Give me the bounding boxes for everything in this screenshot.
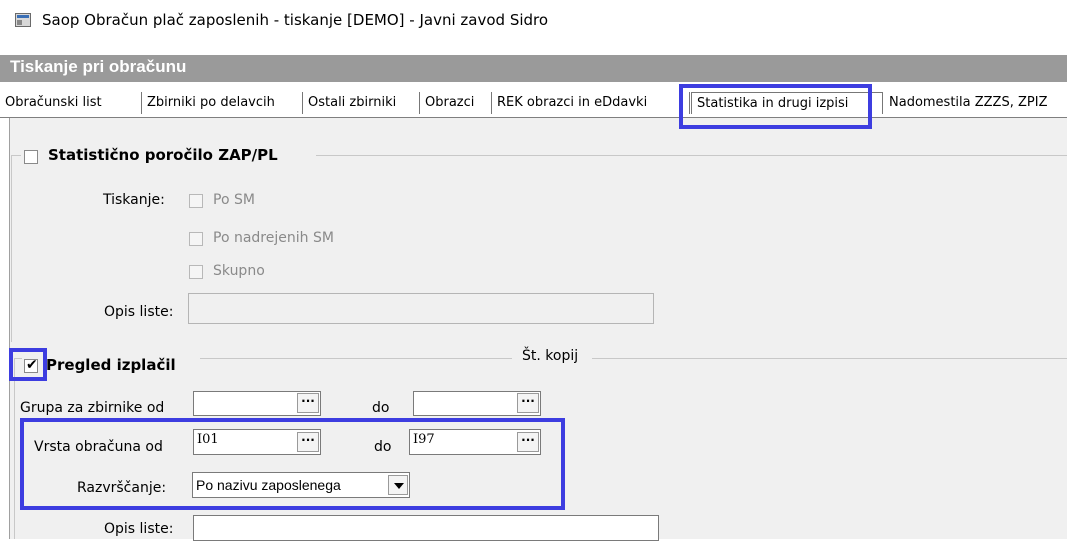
po-sm-checkbox[interactable] [189, 194, 203, 208]
highlight-tab-box [679, 84, 872, 129]
page-title: Tiskanje pri obračunu [10, 57, 187, 76]
group-border [592, 358, 1067, 359]
grupa-za-zbirnike-label: Grupa za zbirnike od [20, 400, 165, 416]
skupno-label: Skupno [213, 263, 265, 279]
st-kopij-label: Št. kopij [522, 348, 579, 364]
window-title: Saop Obračun plač zaposlenih - tiskanje … [42, 11, 549, 29]
pregled-opis-liste-input[interactable] [193, 515, 659, 541]
tab-ostali-zbirniki[interactable]: Ostali zbirniki [303, 92, 420, 114]
tiskanje-label: Tiskanje: [103, 192, 165, 208]
skupno-checkbox[interactable] [189, 265, 203, 279]
stat-report-title: Statistično poročilo ZAP/PL [48, 146, 278, 164]
grupa-do-label: do [372, 400, 390, 416]
highlight-fields-box [20, 418, 565, 510]
tab-zbirniki-po-delavcih[interactable]: Zbirniki po delavcih [142, 92, 303, 114]
opis-liste-label: Opis liste: [104, 304, 174, 320]
tab-obrazci[interactable]: Obrazci [420, 92, 492, 114]
app-window-icon [15, 13, 31, 27]
tab-nadomestila[interactable]: Nadomestila ZZZS, ZPIZ [884, 92, 1067, 114]
group-border [11, 155, 21, 156]
po-sm-label: Po SM [213, 192, 255, 208]
grupa-od-lookup-button[interactable]: ··· [297, 393, 319, 413]
highlight-checkbox-box [9, 348, 47, 381]
stat-opis-liste-input[interactable] [188, 293, 654, 324]
group-border [11, 155, 12, 342]
grupa-do-lookup-button[interactable]: ··· [517, 393, 539, 413]
po-nadrejenih-sm-checkbox[interactable] [189, 232, 203, 246]
po-nadrejenih-sm-label: Po nadrejenih SM [213, 230, 334, 246]
group-border [200, 358, 512, 359]
group-border [316, 155, 1067, 156]
tab-strip: Obračunski list Zbirniki po delavcih Ost… [0, 92, 1067, 120]
group-border [14, 358, 15, 539]
pregled-opis-liste-label: Opis liste: [104, 521, 174, 537]
stat-report-checkbox[interactable] [24, 150, 38, 164]
tab-obracunski-list[interactable]: Obračunski list [0, 92, 142, 114]
tab-rek-obrazci[interactable]: REK obrazci in eDdavki [492, 92, 690, 114]
pregled-izplacil-title: Pregled izplačil [46, 356, 176, 374]
